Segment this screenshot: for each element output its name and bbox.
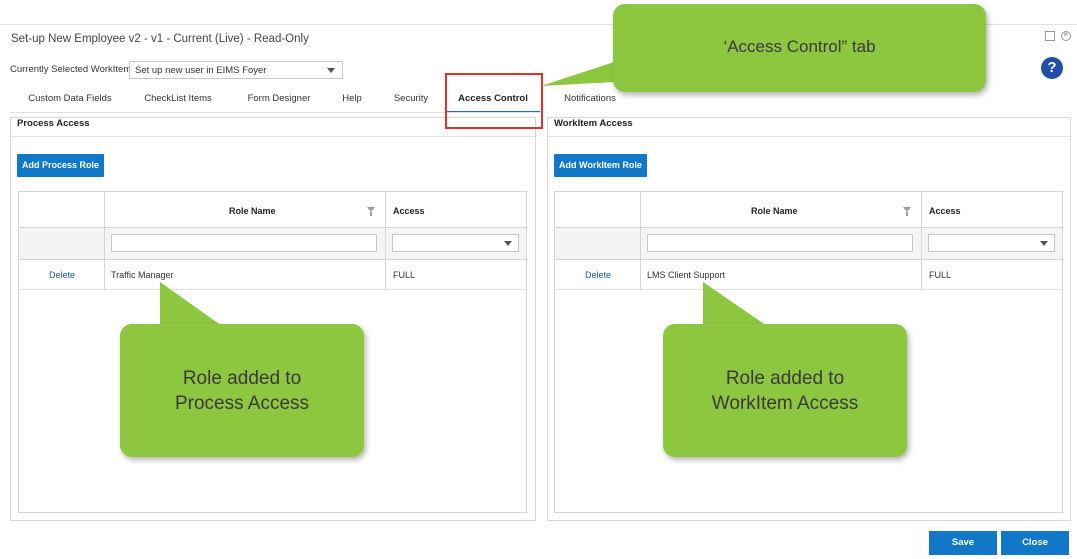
delete-link[interactable]: Delete xyxy=(585,270,611,280)
role-name-filter-input[interactable] xyxy=(111,234,377,252)
window-title: Set-up New Employee v2 - v1 - Current (L… xyxy=(11,33,309,45)
close-button[interactable]: Close xyxy=(1001,531,1069,555)
window-controls xyxy=(1045,29,1071,41)
access-control-tab-callout: ‘Access Control” tab xyxy=(613,4,986,92)
dropdown-caret-icon xyxy=(504,241,512,246)
workitem-access-title: WorkItem Access xyxy=(554,118,633,129)
access-header: Access xyxy=(393,206,425,216)
table-row xyxy=(555,260,1062,290)
tab-highlight-box xyxy=(445,73,543,129)
role-name-cell: LMS Client Support xyxy=(647,270,726,280)
tab-custom-data-fields[interactable]: Custom Data Fields xyxy=(14,85,126,113)
workitem-access-callout: Role added to WorkItem Access xyxy=(663,324,907,457)
process-callout-line2: Process Access xyxy=(174,393,310,414)
add-process-role-button[interactable]: Add Process Role xyxy=(17,154,105,177)
access-filter-select[interactable] xyxy=(392,234,519,252)
access-cell: FULL xyxy=(929,270,952,280)
add-workitem-role-button[interactable]: Add WorkItem Role xyxy=(554,154,647,177)
filter-icon[interactable] xyxy=(367,207,375,216)
dropdown-caret-icon xyxy=(1040,241,1048,246)
filter-icon[interactable] xyxy=(903,207,911,216)
panel-divider xyxy=(11,136,535,137)
column-divider xyxy=(385,192,386,290)
table-row xyxy=(19,260,526,290)
process-callout-line1: Role added to xyxy=(182,368,302,389)
column-divider xyxy=(921,192,922,290)
save-button[interactable]: Save xyxy=(929,531,997,555)
close-icon[interactable] xyxy=(1061,29,1071,41)
column-divider xyxy=(640,192,641,290)
delete-link[interactable]: Delete xyxy=(49,270,75,280)
workitem-select-value: Set up new user in EIMS Foyer xyxy=(135,65,267,76)
process-access-panel: Process Access Add Process Role Role Nam… xyxy=(10,117,536,521)
access-cell: FULL xyxy=(393,270,416,280)
workitem-callout-line1: Role added to xyxy=(725,368,845,389)
tab-form-designer[interactable]: Form Designer xyxy=(230,85,328,113)
process-access-title: Process Access xyxy=(17,118,90,129)
workitem-select[interactable]: Set up new user in EIMS Foyer xyxy=(129,61,343,79)
minimize-icon[interactable] xyxy=(1045,31,1055,41)
tab-bar: Custom Data Fields CheckList Items Form … xyxy=(14,85,640,113)
panel-divider xyxy=(548,136,1070,137)
process-access-callout: Role added to Process Access xyxy=(120,324,364,457)
help-icon[interactable]: ? xyxy=(1041,57,1063,79)
tab-security[interactable]: Security xyxy=(376,85,446,113)
workitem-label: Currently Selected WorkItem xyxy=(10,64,132,75)
tab-checklist-items[interactable]: CheckList Items xyxy=(126,85,230,113)
role-name-cell: Traffic Manager xyxy=(111,270,174,280)
role-name-filter-input[interactable] xyxy=(647,234,913,252)
grid-header xyxy=(555,192,1062,228)
tab-help[interactable]: Help xyxy=(328,85,376,113)
workitem-access-panel: WorkItem Access Add WorkItem Role Role N… xyxy=(547,117,1071,521)
access-header: Access xyxy=(929,206,961,216)
role-name-header: Role Name xyxy=(751,206,798,216)
access-filter-select[interactable] xyxy=(928,234,1055,252)
role-name-header: Role Name xyxy=(229,206,276,216)
column-divider xyxy=(104,192,105,290)
workitem-callout-line2: WorkItem Access xyxy=(711,393,859,414)
dropdown-caret-icon xyxy=(327,68,335,73)
